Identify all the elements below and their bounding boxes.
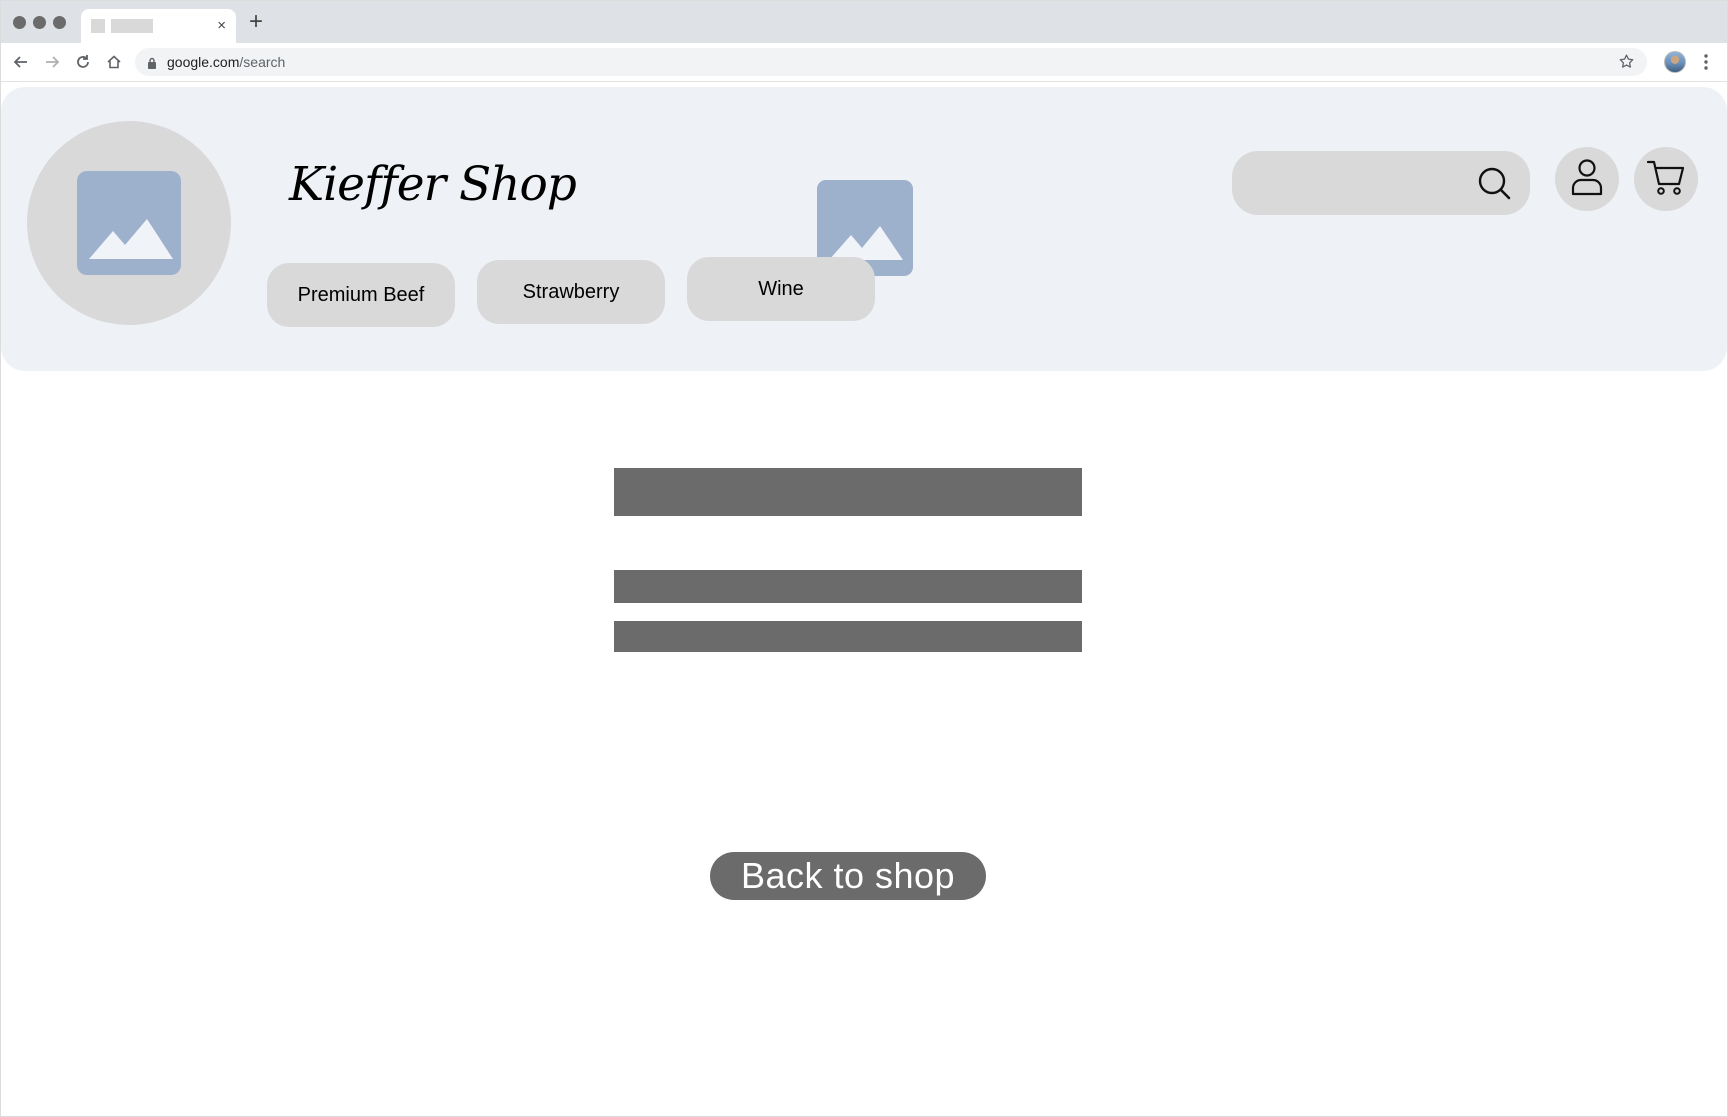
window-close-dot[interactable] [13,16,26,29]
shop-brand-title[interactable]: Kieffer Shop [289,157,577,212]
address-bar[interactable]: google.com/search [135,48,1647,76]
browser-toolbar: google.com/search [1,43,1727,82]
forward-arrow-icon[interactable] [41,51,63,73]
tab-title-placeholder [111,19,153,33]
back-arrow-icon[interactable] [10,51,32,73]
category-premium-beef[interactable]: Premium Beef [267,263,455,327]
url-path: /search [239,54,286,70]
lock-icon [147,56,157,74]
category-strawberry[interactable]: Strawberry [477,260,665,324]
tab-favicon [91,19,105,33]
category-label: Wine [758,277,804,300]
cart-button[interactable] [1634,147,1698,211]
image-placeholder-icon [77,171,181,275]
account-button[interactable] [1555,147,1619,211]
bookmark-star-icon[interactable] [1618,53,1635,75]
search-icon[interactable] [1476,165,1512,201]
browser-tab[interactable]: × [81,9,236,43]
category-label: Premium Beef [297,283,425,306]
text-line-placeholder [614,570,1082,603]
profile-avatar[interactable] [1664,51,1686,73]
search-input[interactable] [1232,151,1530,215]
more-menu-icon[interactable] [1701,51,1711,73]
reload-icon[interactable] [72,51,94,73]
browser-window: × + google.com/search Kieffer Shop Premi… [0,0,1728,1117]
text-line-placeholder [614,621,1082,652]
shop-logo[interactable] [27,121,231,325]
category-wine[interactable]: Wine [687,257,875,321]
new-tab-button[interactable]: + [249,9,263,35]
shop-header: Kieffer Shop Premium Beef Strawberry Win… [1,87,1727,371]
category-label: Strawberry [522,280,620,303]
home-icon[interactable] [103,51,125,73]
tab-strip: × + [1,1,1727,43]
back-to-shop-button[interactable]: Back to shop [710,852,986,900]
window-minimize-dot[interactable] [33,16,46,29]
window-zoom-dot[interactable] [53,16,66,29]
url-host: google.com [167,54,240,70]
url-text[interactable]: google.com/search [167,54,285,70]
tab-close-icon[interactable]: × [217,16,226,36]
cart-icon [1646,158,1686,201]
user-icon [1570,158,1604,201]
heading-placeholder [614,468,1082,516]
